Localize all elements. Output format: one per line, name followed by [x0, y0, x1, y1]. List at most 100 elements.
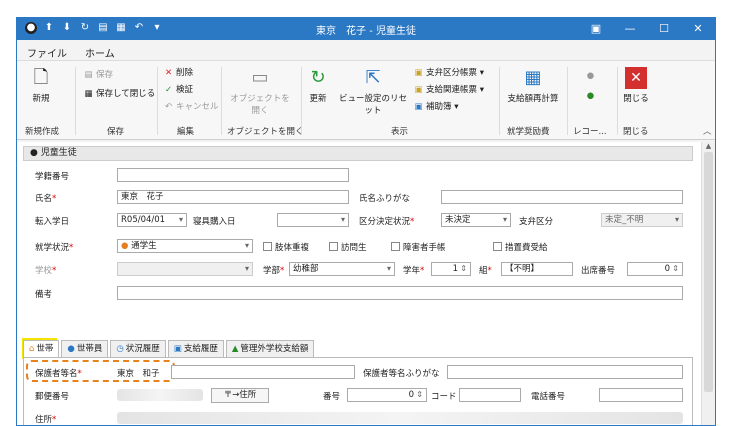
phone-input[interactable]	[599, 388, 683, 402]
address-lookup-button[interactable]: 〒→住所	[211, 388, 269, 403]
window-controls: ▣ — ☐ ✕	[579, 18, 715, 40]
name-kana-label: 氏名ふりがな	[359, 194, 411, 204]
school-icon: ▲	[231, 344, 239, 354]
tab-household[interactable]: ⌂ 世帯	[23, 340, 60, 357]
save-close-button[interactable]: ▦ 保存して閉じる	[83, 87, 155, 99]
number-input[interactable]: 0 ⇕	[347, 388, 427, 402]
supplement-book-button[interactable]: ▣ 補助簿 ▾	[413, 100, 458, 112]
verify-button[interactable]: ✓ 検証	[163, 83, 193, 95]
record-up-button[interactable]: ●	[585, 71, 598, 81]
ledger-icon: ▣	[173, 344, 182, 354]
new-document-icon: 🗋	[33, 67, 49, 88]
postal-label: 郵便番号	[35, 392, 70, 402]
address-input[interactable]	[117, 412, 683, 424]
ledger-icon: ▣	[414, 68, 423, 78]
phone-label: 電話番号	[531, 392, 566, 402]
name-kana-input[interactable]	[441, 190, 683, 204]
student-no-input[interactable]	[117, 168, 349, 182]
group-display: 表示	[391, 127, 409, 137]
close-icon: ✕	[625, 67, 647, 89]
tab-external-school[interactable]: ▲ 管理外学校支給額	[225, 340, 315, 357]
dept-label: 学部*	[263, 266, 285, 276]
tab-payment-history[interactable]: ▣ 支給履歴	[167, 340, 224, 357]
remarks-input[interactable]	[117, 286, 683, 300]
payment-class-select[interactable]: 未定_不明 ▾	[601, 213, 683, 227]
minimize-button[interactable]: —	[613, 18, 647, 40]
guardian-kana-label: 保護者等名ふりがな	[363, 369, 440, 379]
name-label: 氏名*	[35, 194, 57, 204]
handbook-checkbox[interactable]: 障害者手帳	[391, 241, 446, 253]
scroll-up-icon[interactable]: ▲	[702, 142, 715, 150]
vertical-scrollbar[interactable]: ▲	[701, 142, 715, 425]
close-window-button[interactable]: ✕	[681, 18, 715, 40]
maximize-button[interactable]: ☐	[647, 18, 681, 40]
payment-related-ledger-button[interactable]: ▣ 支給関連帳票 ▾	[413, 83, 484, 95]
school-select[interactable]: ▾	[117, 262, 253, 276]
status-icon: ●	[121, 241, 129, 251]
ribbon-collapse-icon[interactable]: ︿	[703, 125, 712, 137]
student-no-label: 学籍番号	[35, 172, 70, 182]
book-icon: ▣	[414, 102, 423, 112]
group-record: レコー...	[573, 127, 607, 137]
visit-student-checkbox[interactable]: 訪問生	[329, 241, 367, 253]
delete-button[interactable]: ✕ 削除	[163, 66, 193, 78]
attendance-label: 出席番号	[581, 266, 616, 276]
code-input[interactable]	[459, 388, 521, 402]
cancel-button[interactable]: ↶ キャンセル	[163, 100, 219, 112]
school-label: 学校*	[35, 266, 57, 276]
bedding-date-input[interactable]: ▾	[277, 213, 349, 227]
record-down-button[interactable]: ●	[585, 91, 598, 101]
payment-class-ledger-button[interactable]: ▣ 支弁区分帳票 ▾	[413, 66, 484, 78]
delete-icon: ✕	[164, 68, 173, 78]
dept-select[interactable]: 幼稚部 ▾	[289, 262, 395, 276]
clock-icon: ◷	[116, 344, 124, 354]
postal-input[interactable]	[117, 389, 203, 401]
check-icon: ✓	[164, 85, 173, 95]
grade-input[interactable]: 1 ⇕	[431, 262, 471, 276]
save-close-icon: ▦	[84, 89, 93, 99]
number-label: 番号	[323, 392, 341, 402]
transfer-date-label: 転入学日	[35, 217, 70, 227]
transfer-date-input[interactable]: R05/04/01 ▾	[117, 213, 187, 227]
group-save: 保存	[107, 127, 125, 137]
tab-status-history[interactable]: ◷ 状況履歴	[110, 340, 166, 357]
group-edit: 編集	[177, 127, 195, 137]
tab-household-members[interactable]: ● 世帯員	[61, 340, 109, 357]
guardian-label: 保護者等名*	[35, 369, 82, 379]
payment-class-label: 支弁区分	[519, 217, 554, 227]
tab-bar: ⌂ 世帯 ● 世帯員 ◷ 状況履歴 ▣ 支給履歴 ▲ 管理外学校支給額	[23, 340, 316, 357]
panel-title: 児童生徒	[40, 148, 77, 158]
open-object-button[interactable]: ▭ オブジェクトを開く	[227, 67, 293, 116]
new-button[interactable]: 🗋 新規	[27, 67, 55, 104]
enroll-status-select[interactable]: ● 通学生 ▾	[117, 239, 253, 253]
scroll-thumb[interactable]	[704, 152, 713, 392]
ledger-icon: ▣	[414, 85, 423, 95]
open-object-icon: ▭	[251, 67, 269, 88]
name-input[interactable]: 東京 花子	[117, 190, 349, 204]
close-button[interactable]: ✕ 閉じる	[623, 67, 649, 104]
enroll-status-label: 就学状況*	[35, 243, 74, 253]
decision-status-label: 区分決定状況*	[359, 217, 415, 227]
class-input[interactable]: 【不明】	[501, 262, 573, 276]
layout-icon[interactable]: ▣	[579, 18, 613, 40]
attendance-input[interactable]: 0 ⇕	[627, 262, 683, 276]
measure-checkbox[interactable]: 措置費受給	[493, 241, 548, 253]
down-circle-icon: ●	[586, 91, 595, 101]
guardian-input[interactable]: 東京 和子	[117, 367, 160, 379]
refresh-icon: ↻	[310, 67, 326, 88]
class-label: 組*	[479, 266, 492, 276]
home-icon: ⌂	[29, 344, 35, 354]
decision-status-select[interactable]: 未決定 ▾	[441, 213, 511, 227]
menu-file[interactable]: ファイル	[27, 45, 67, 60]
view-reset-icon: ⇱	[365, 67, 381, 88]
view-reset-button[interactable]: ⇱ ビュー設定のリセット	[337, 67, 409, 116]
recalc-button[interactable]: ▦ 支給額再計算	[505, 67, 561, 104]
remarks-label: 備考	[35, 290, 53, 300]
guardian-input-box[interactable]	[171, 365, 355, 379]
refresh-button[interactable]: ↻ 更新	[307, 67, 329, 104]
undo-icon: ↶	[164, 102, 173, 112]
save-button[interactable]: ▤ 保存	[83, 68, 113, 80]
ribbon: 🗋 新規 新規作成 ▤ 保存 ▦ 保存して閉じる 保存 ✕ 削除 ✓ 検証 ↶ キャンセル…	[17, 60, 715, 140]
multi-disability-checkbox[interactable]: 肢体重複	[263, 241, 309, 253]
guardian-kana-input[interactable]	[447, 365, 683, 379]
